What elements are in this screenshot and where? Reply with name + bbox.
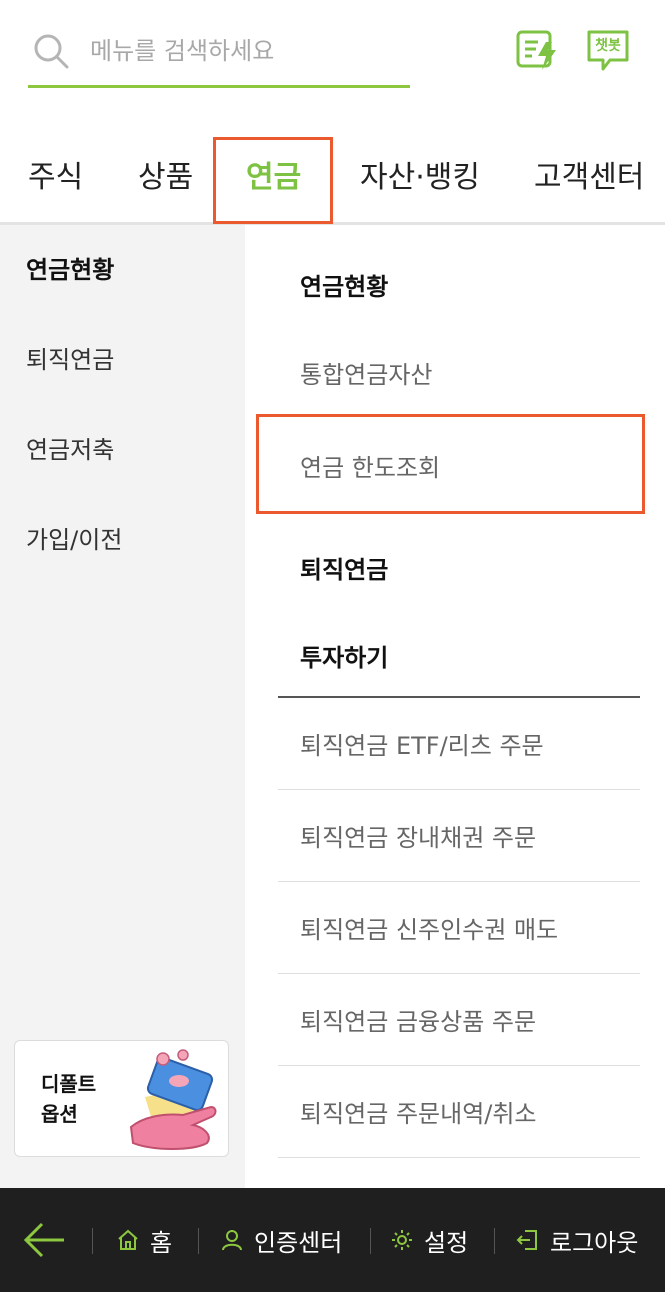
list-item[interactable]: 퇴직연금 금융상품 주문 — [278, 974, 640, 1066]
sidebar: 연금현황 퇴직연금 연금저축 가입/이전 디폴트 옵션 — [0, 225, 245, 1188]
user-icon — [222, 1230, 242, 1251]
tab-customer-center[interactable]: 고객센터 — [534, 138, 644, 224]
chatbot-label: 챗봇 — [595, 38, 621, 54]
divider — [494, 1228, 495, 1254]
tab-products[interactable]: 상품 — [138, 138, 193, 224]
sidebar-item-join-transfer[interactable]: 가입/이전 — [0, 495, 245, 585]
hand-phone-illustration — [129, 1049, 217, 1150]
search-icon[interactable] — [32, 32, 70, 70]
divider — [92, 1228, 93, 1254]
logout-icon — [516, 1230, 537, 1250]
section-title-invest[interactable]: 투자하기 — [300, 638, 388, 673]
logout-button[interactable]: 로그아웃 — [516, 1220, 638, 1260]
menu-item-limit-inquiry[interactable]: 연금 한도조회 — [300, 448, 440, 483]
submenu-panel: 연금현황 통합연금자산 연금 한도조회 퇴직연금 투자하기 퇴직연금 ETF/리… — [245, 225, 665, 1188]
list-item[interactable]: 퇴직연금 주문내역/취소 — [278, 1066, 640, 1158]
quick-menu-icon[interactable] — [516, 28, 560, 72]
tab-pension[interactable]: 연금 — [246, 138, 301, 224]
auth-center-button[interactable]: 인증센터 — [220, 1220, 342, 1260]
sidebar-item-pension-savings[interactable]: 연금저축 — [0, 405, 245, 495]
list-item[interactable]: 퇴직연금 신주인수권 매도 — [278, 882, 640, 974]
menu-item-integrated-assets[interactable]: 통합연금자산 — [300, 355, 432, 390]
gear-icon — [392, 1230, 412, 1250]
bottom-nav-bar: 홈 인증센터 설정 로그아웃 — [0, 1188, 665, 1292]
list-item[interactable]: 퇴직연금 ETF/리츠 주문 — [278, 698, 640, 790]
chatbot-icon[interactable]: 챗봇 — [586, 28, 630, 72]
default-option-banner[interactable]: 디폴트 옵션 — [14, 1040, 229, 1157]
divider — [198, 1228, 199, 1254]
tab-assets-banking[interactable]: 자산·뱅킹 — [360, 138, 480, 224]
section-title-pension-status[interactable]: 연금현황 — [300, 267, 388, 302]
home-icon — [118, 1229, 138, 1250]
search-bar[interactable] — [28, 22, 410, 88]
back-arrow-icon[interactable] — [22, 1220, 68, 1260]
top-tabs: 주식 상품 연금 자산·뱅킹 고객센터 — [0, 138, 665, 224]
sidebar-item-retirement-pension[interactable]: 퇴직연금 — [0, 315, 245, 405]
settings-button[interactable]: 설정 — [390, 1220, 468, 1260]
sidebar-item-pension-status[interactable]: 연금현황 — [0, 225, 245, 315]
section-title-retirement-pension[interactable]: 퇴직연금 — [300, 550, 388, 585]
search-input[interactable] — [90, 32, 400, 70]
divider — [370, 1228, 371, 1254]
default-option-label: 디폴트 옵션 — [41, 1072, 97, 1126]
home-button[interactable]: 홈 — [116, 1220, 172, 1260]
list-item[interactable]: 퇴직연금 장내채권 주문 — [278, 790, 640, 882]
tab-stocks[interactable]: 주식 — [28, 138, 83, 224]
